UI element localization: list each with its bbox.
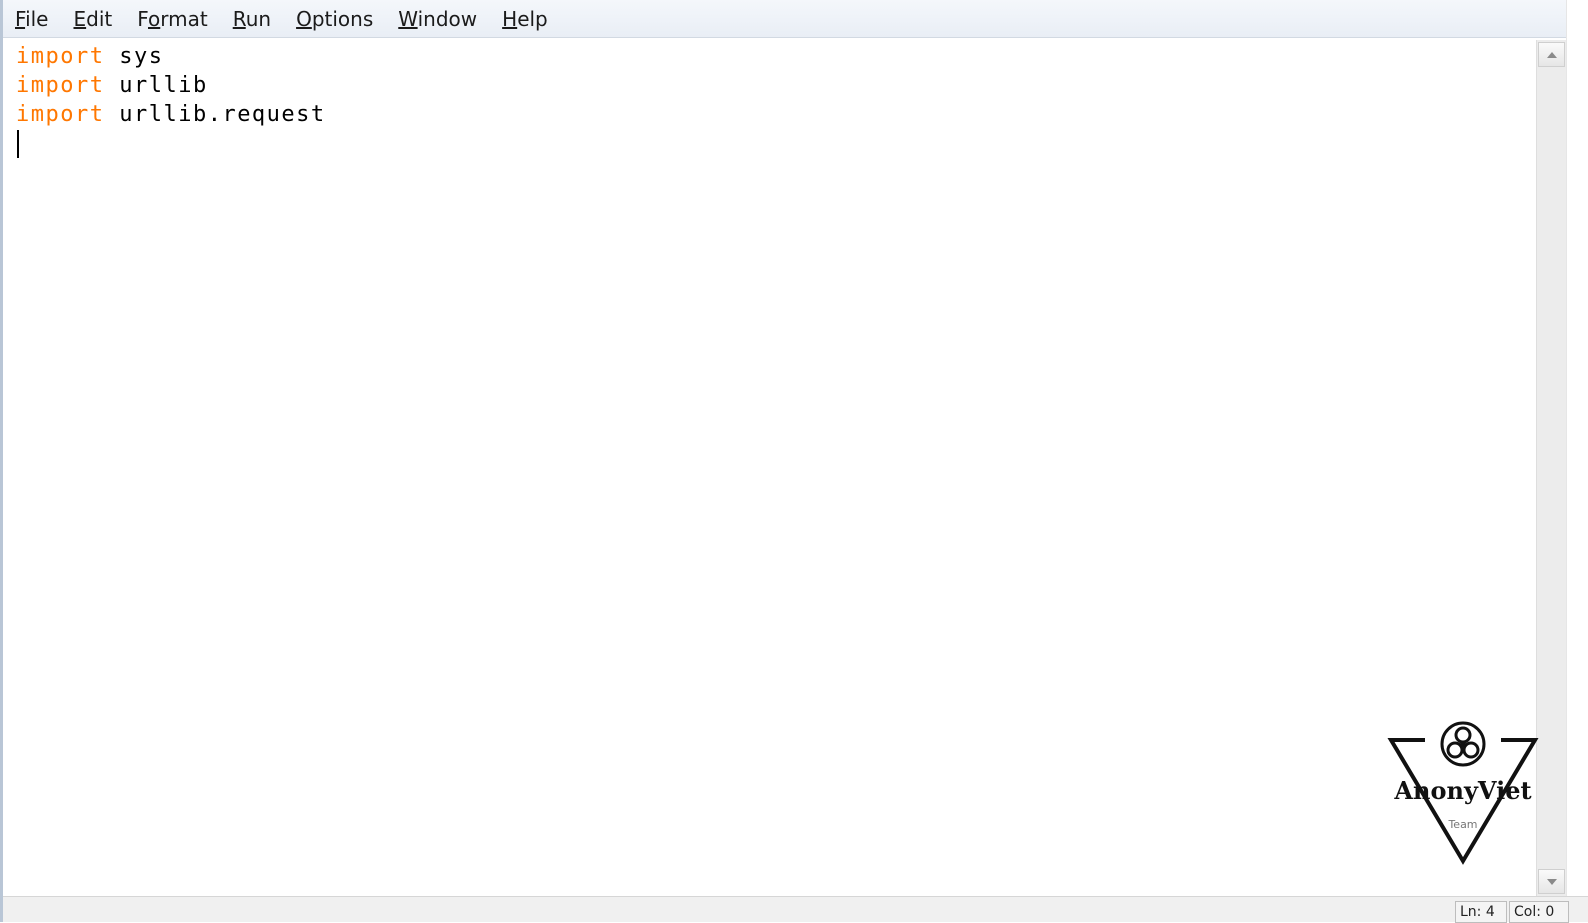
code-text: urllib.request <box>104 102 326 127</box>
menu-run[interactable]: Run <box>233 7 271 31</box>
keyword: import <box>16 102 105 127</box>
scroll-down-button[interactable] <box>1538 869 1565 894</box>
logo-name: AnonyViet <box>1394 776 1532 805</box>
menu-format[interactable]: Format <box>137 7 208 31</box>
code-editor[interactable]: import sys import urllib import urllib.r… <box>6 40 1536 896</box>
menubar: File Edit Format Run Options Window Help <box>3 0 1588 38</box>
keyword: import <box>16 73 105 98</box>
code-text: sys <box>104 44 164 69</box>
menu-file[interactable]: File <box>15 7 48 31</box>
status-line: Ln: 4 <box>1455 901 1507 923</box>
scroll-up-button[interactable] <box>1538 42 1565 67</box>
menu-options[interactable]: Options <box>296 7 373 31</box>
menu-edit[interactable]: Edit <box>73 7 112 31</box>
code-line: import urllib.request <box>16 100 326 129</box>
code-line: import urllib <box>16 71 208 100</box>
status-column: Col: 0 <box>1509 901 1569 923</box>
window-edge <box>1566 0 1588 922</box>
biohazard-icon <box>1440 721 1486 767</box>
menu-window[interactable]: Window <box>398 7 477 31</box>
arrow-up-icon <box>1546 51 1557 58</box>
code-line: import sys <box>16 42 163 71</box>
logo-subtitle: Team <box>1448 818 1478 831</box>
watermark-logo: AnonyViet Team <box>1385 718 1541 868</box>
idle-editor-window: File Edit Format Run Options Window Help… <box>0 0 1588 923</box>
menu-help[interactable]: Help <box>502 7 548 31</box>
code-text: urllib <box>104 73 208 98</box>
status-bar: Ln: 4 Col: 0 <box>3 896 1588 923</box>
text-cursor <box>17 130 19 158</box>
keyword: import <box>16 44 105 69</box>
arrow-down-icon <box>1546 878 1557 885</box>
